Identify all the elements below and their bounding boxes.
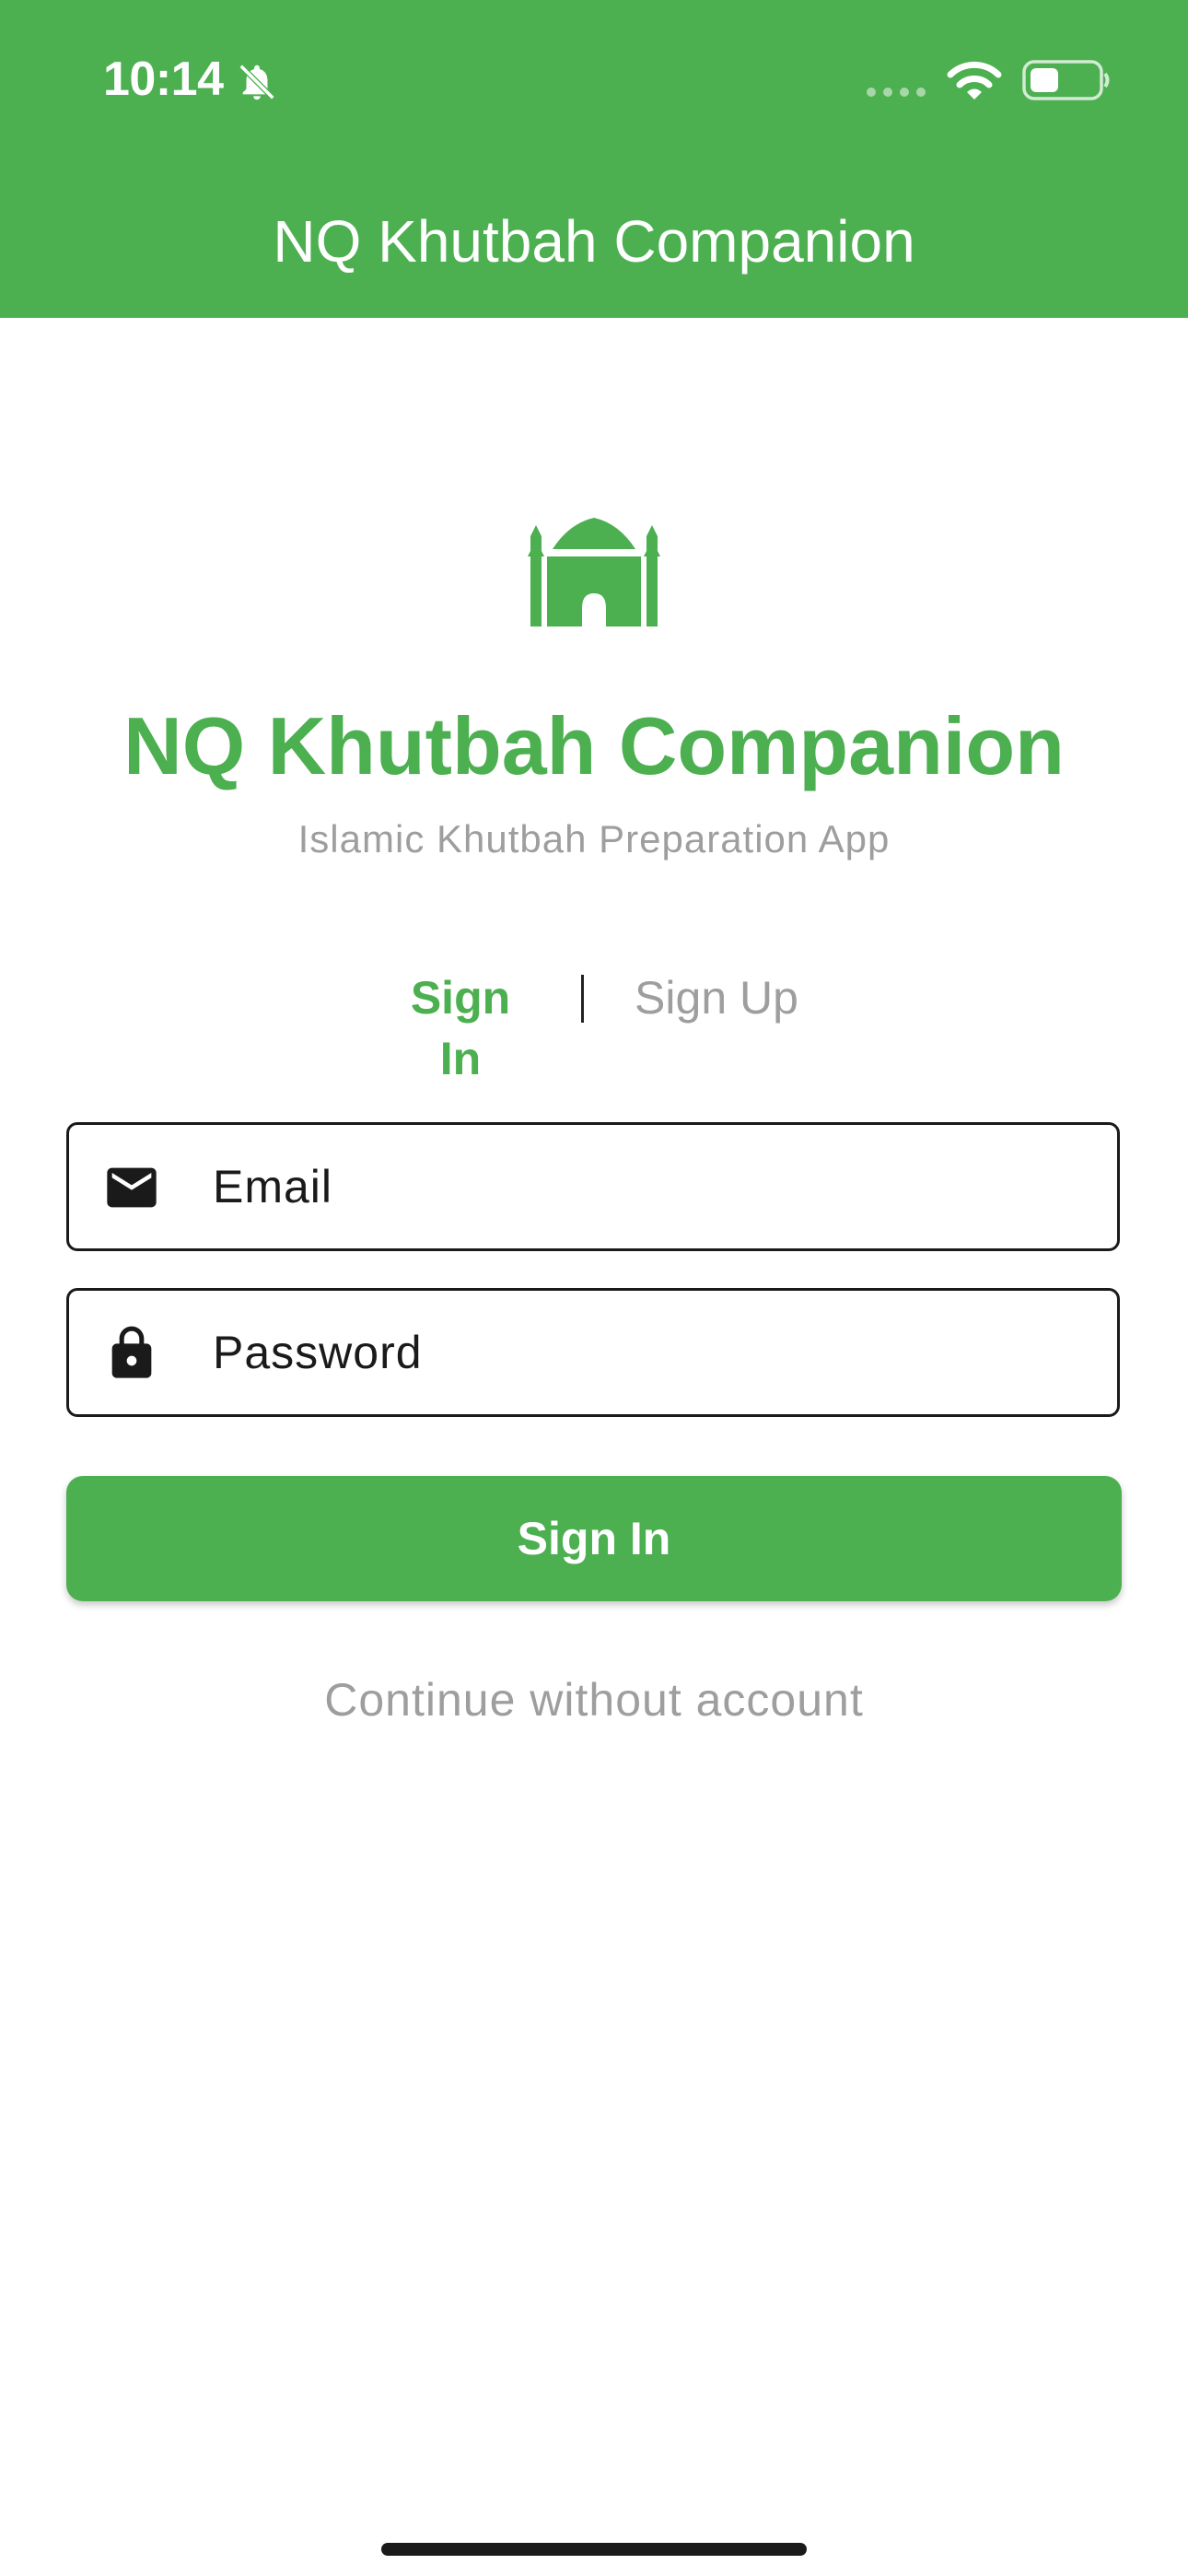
app-name-heading: NQ Khutbah Companion: [123, 700, 1065, 791]
bell-off-icon: [239, 64, 275, 100]
email-field[interactable]: Email: [66, 1122, 1120, 1251]
wifi-icon: [947, 61, 1002, 100]
mail-icon: [107, 1167, 157, 1208]
password-field[interactable]: Password: [66, 1288, 1120, 1417]
continue-without-account-link[interactable]: Continue without account: [0, 1669, 1188, 1730]
status-time: 10:14: [103, 53, 224, 106]
email-placeholder: Email: [213, 1161, 333, 1212]
cellular-signal-icon: [867, 88, 926, 97]
sign-in-button[interactable]: Sign In: [66, 1476, 1122, 1601]
tab-sign-up[interactable]: Sign Up: [632, 967, 801, 1028]
battery-icon: [1022, 60, 1110, 100]
login-screen: 10:14 NQ Khutbah Companion NQ Khutbah Co…: [0, 0, 1188, 2576]
tab-sign-in[interactable]: Sign In: [387, 967, 534, 1089]
app-tagline: Islamic Khutbah Preparation App: [297, 817, 891, 861]
home-indicator[interactable]: [381, 2543, 807, 2556]
app-bar-title: NQ Khutbah Companion: [273, 208, 915, 275]
password-placeholder: Password: [213, 1327, 423, 1378]
tab-divider: [581, 975, 584, 1023]
mosque-icon: [528, 518, 660, 626]
lock-icon: [111, 1326, 152, 1378]
app-header: 10:14 NQ Khutbah Companion: [0, 0, 1188, 318]
